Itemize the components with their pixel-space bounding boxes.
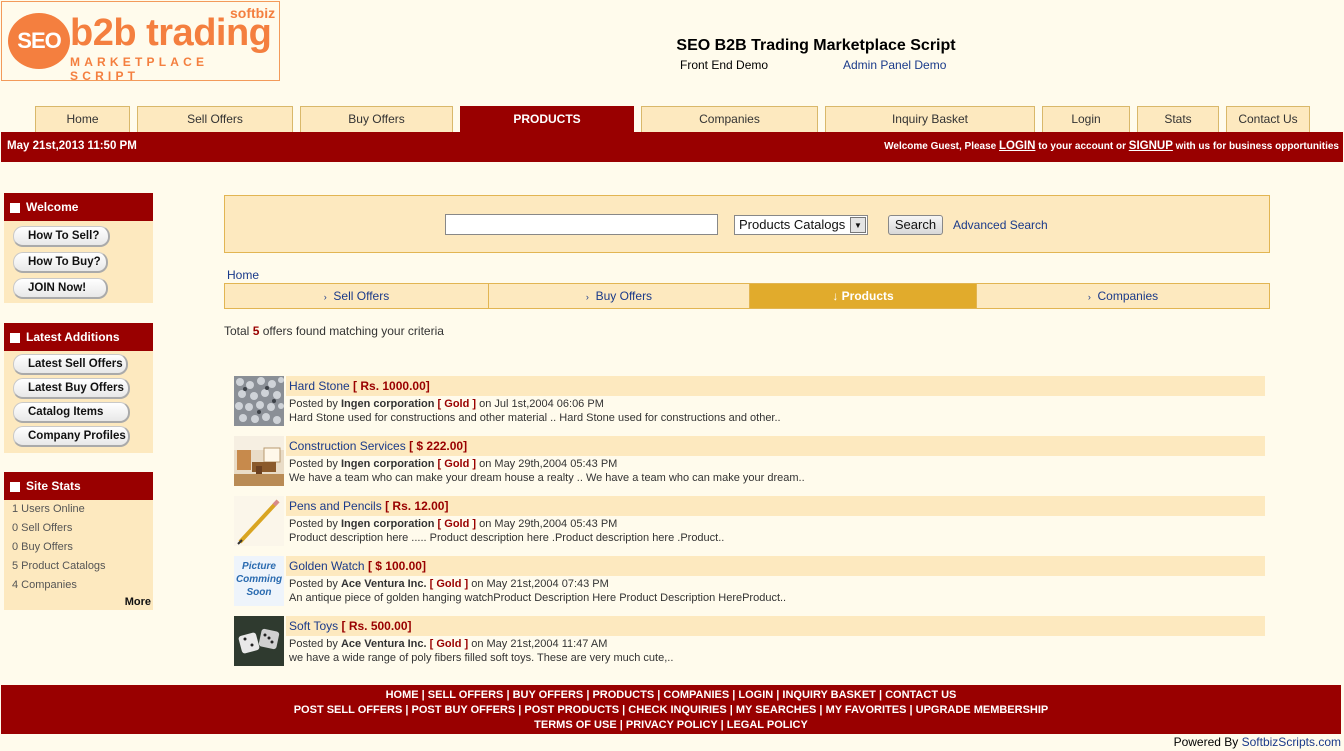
footer-row-main[interactable]: HOME | SELL OFFERS | BUY OFFERS | PRODUC… [1,688,1341,703]
item-posted: Posted by Ace Ventura Inc. [ Gold ] on M… [289,638,608,650]
powered-by: Powered By SoftbizScripts.com [1173,735,1341,749]
footer-row-legal[interactable]: TERMS OF USE | PRIVACY POLICY | LEGAL PO… [1,718,1341,733]
front-end-demo-link[interactable]: Front End Demo [680,58,768,72]
chevron-right-icon: › [323,292,327,302]
catalog-items-button[interactable]: Catalog Items [13,402,130,423]
item-description: we have a wide range of poly fibers fill… [289,652,674,664]
list-item: Hard Stone [ Rs. 1000.00] Posted by Inge… [234,376,1265,428]
stat-companies: 4 Companies [12,579,77,591]
tab-login[interactable]: Login [1042,106,1130,132]
login-link[interactable]: LOGIN [999,140,1035,152]
subtab-products[interactable]: ↓ Products [750,284,977,308]
list-item: Construction Services [ $ 222.00] Posted… [234,436,1265,488]
item-title[interactable]: Golden Watch [ $ 100.00] [289,559,426,573]
list-item: Picture Comming Soon Golden Watch [ $ 10… [234,556,1265,608]
stat-users-online: 1 Users Online [12,503,85,515]
tab-sell-offers[interactable]: Sell Offers [137,106,293,132]
company-profiles-button[interactable]: Company Profiles [13,426,130,447]
search-input[interactable] [445,214,718,235]
sidebar-site-stats: Site Stats 1 Users Online 0 Sell Offers … [4,472,153,610]
stat-buy-offers: 0 Buy Offers [12,541,73,553]
tab-inquiry-basket[interactable]: Inquiry Basket [825,106,1035,132]
product-thumbnail[interactable] [234,436,284,486]
item-posted: Posted by Ace Ventura Inc. [ Gold ] on M… [289,578,609,590]
item-description: We have a team who can make your dream h… [289,472,805,484]
latest-sell-offers-button[interactable]: Latest Sell Offers [13,354,128,375]
subtab-sell-offers[interactable]: › Sell Offers [225,284,489,308]
tab-products[interactable]: PRODUCTS [460,106,634,132]
sidebar-welcome-title: Welcome [4,193,153,221]
tab-buy-offers[interactable]: Buy Offers [300,106,453,132]
item-posted: Posted by Ingen corporation [ Gold ] on … [289,518,618,530]
item-title[interactable]: Construction Services [ $ 222.00] [289,439,467,453]
softbiz-link[interactable]: SoftbizScripts.com [1242,735,1341,749]
search-panel: Products Catalogs ▼ Search Advanced Searc… [224,195,1270,253]
latest-buy-offers-button[interactable]: Latest Buy Offers [13,378,130,399]
tab-companies[interactable]: Companies [641,106,818,132]
admin-panel-demo-link[interactable]: Admin Panel Demo [843,58,946,72]
join-now-button[interactable]: JOIN Now! [13,278,108,299]
tab-home[interactable]: Home [35,106,130,132]
tab-stats[interactable]: Stats [1137,106,1219,132]
item-description: An antique piece of golden hanging watch… [289,592,787,604]
date-bar: May 21st,2013 11:50 PM Welcome Guest, Pl… [1,132,1343,162]
logo-softbiz: softbiz [230,5,276,21]
tab-contact-us[interactable]: Contact Us [1226,106,1310,132]
stats-more-link[interactable]: More [125,596,151,608]
subtab-buy-offers[interactable]: › Buy Offers [489,284,750,308]
product-thumbnail[interactable] [234,376,284,426]
sidebar-stats-title: Site Stats [4,472,153,500]
how-to-sell-button[interactable]: How To Sell? [13,226,110,247]
site-logo[interactable]: SEO b2b trading softbiz MARKETPLACE SCRI… [1,1,280,83]
chevron-right-icon: › [585,292,589,302]
logo-seo-badge: SEO [8,13,70,69]
stat-product-catalogs: 5 Product Catalogs [12,560,106,572]
footer-links[interactable]: HOME | SELL OFFERS | BUY OFFERS | PRODUC… [1,685,1341,734]
sidebar-latest-title: Latest Additions [4,323,153,351]
product-thumbnail[interactable] [234,616,284,666]
site-title: SEO B2B Trading Marketplace Script [676,37,956,54]
picture-coming-soon[interactable]: Picture Comming Soon [234,556,284,606]
search-button[interactable]: Search [888,215,943,235]
item-description: Product description here ..... Product d… [289,532,725,544]
item-posted: Posted by Ingen corporation [ Gold ] on … [289,398,604,410]
chevron-down-icon[interactable]: ▼ [850,217,866,233]
sidebar-latest-additions: Latest Additions Latest Sell Offers Late… [4,323,153,453]
sub-tabs: › Sell Offers › Buy Offers ↓ Products › … [224,283,1270,309]
stat-sell-offers: 0 Sell Offers [12,522,73,534]
item-posted: Posted by Ingen corporation [ Gold ] on … [289,458,618,470]
item-description: Hard Stone used for constructions and ot… [289,412,781,424]
item-title[interactable]: Soft Toys [ Rs. 500.00] [289,619,412,633]
subtab-companies[interactable]: › Companies [977,284,1269,308]
welcome-message: Welcome Guest, Please LOGIN to your acco… [884,140,1339,152]
current-date: May 21st,2013 11:50 PM [7,140,137,152]
product-thumbnail[interactable] [234,496,284,546]
breadcrumb[interactable]: Home [227,268,259,282]
list-item: Soft Toys [ Rs. 500.00] Posted by Ace Ve… [234,616,1265,668]
category-select[interactable]: Products Catalogs ▼ [734,215,868,235]
signup-link[interactable]: SIGNUP [1129,140,1173,152]
how-to-buy-button[interactable]: How To Buy? [13,252,108,273]
list-item: Pens and Pencils [ Rs. 12.00] Posted by … [234,496,1265,548]
advanced-search-link[interactable]: Advanced Search [953,218,1048,232]
footer-row-member[interactable]: POST SELL OFFERS | POST BUY OFFERS | POS… [1,703,1341,718]
chevron-right-icon: › [1087,292,1091,302]
results-count: Total 5 offers found matching your crite… [224,324,444,338]
item-title[interactable]: Pens and Pencils [ Rs. 12.00] [289,499,448,513]
item-title[interactable]: Hard Stone [ Rs. 1000.00] [289,379,430,393]
logo-subtitle: MARKETPLACE SCRIPT [70,55,209,83]
sidebar-welcome: Welcome How To Sell? How To Buy? JOIN No… [4,193,153,303]
arrow-down-icon: ↓ [832,289,839,303]
